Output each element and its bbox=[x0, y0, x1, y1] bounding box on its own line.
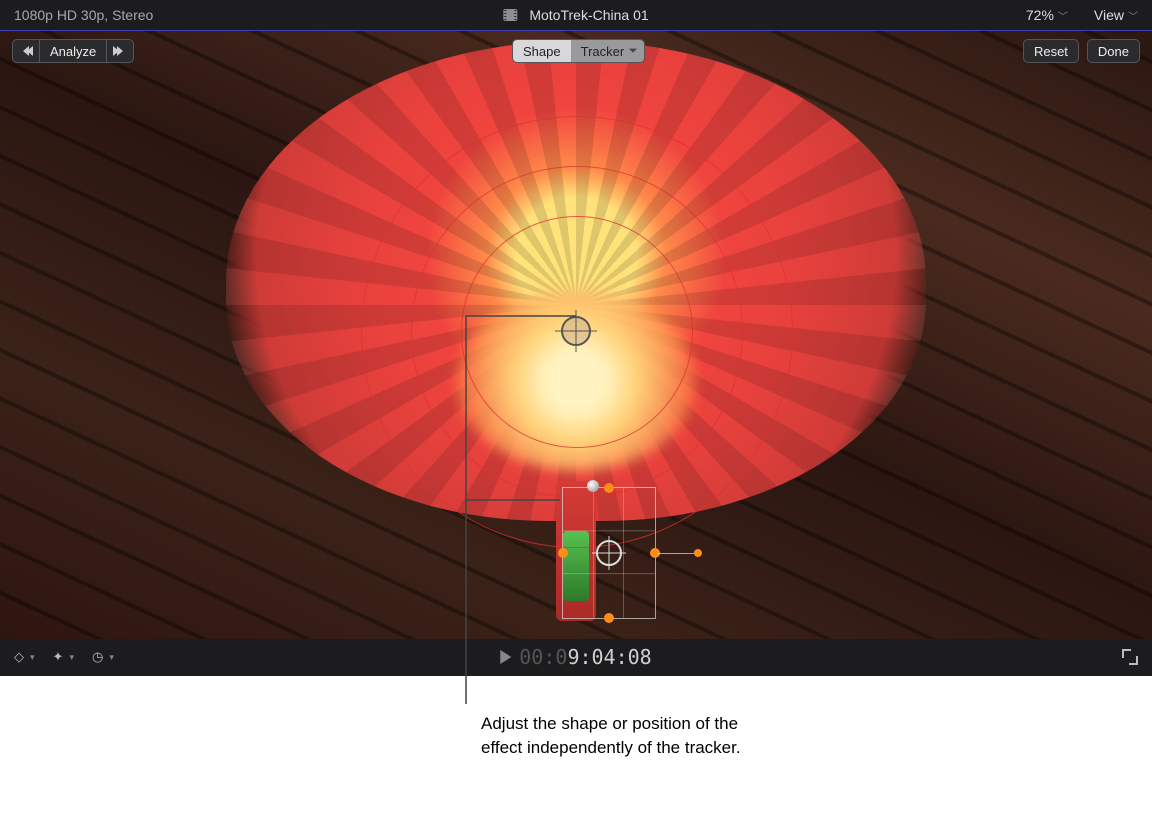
enhance-tool[interactable]: ✦▾ bbox=[53, 649, 74, 665]
caption-text: Adjust the shape or position of the effe… bbox=[481, 712, 771, 760]
tracker-handle-top[interactable] bbox=[604, 483, 614, 493]
analyze-forward-button[interactable] bbox=[106, 39, 134, 63]
tracker-region[interactable] bbox=[562, 487, 656, 619]
done-button[interactable]: Done bbox=[1087, 39, 1140, 63]
analyze-backward-button[interactable] bbox=[12, 39, 40, 63]
onscreen-mode-selector[interactable]: Shape Tracker bbox=[512, 39, 645, 63]
timecode-value: 9:04:08 bbox=[567, 645, 651, 669]
chevron-down-icon: ﹀ bbox=[1058, 12, 1068, 23]
fullscreen-icon[interactable] bbox=[1122, 649, 1138, 665]
tracker-rotation-handle[interactable] bbox=[587, 480, 599, 492]
film-icon bbox=[503, 9, 517, 21]
mode-shape[interactable]: Shape bbox=[513, 40, 571, 62]
format-info: 1080p HD 30p, Stereo bbox=[14, 7, 153, 23]
retime-tool[interactable]: ◷▾ bbox=[92, 649, 114, 665]
video-canvas[interactable]: Analyze Shape Tracker Reset Done bbox=[0, 31, 1152, 639]
viewer-toolbar: ◇▾ ✦▾ ◷▾ 00:09:04:08 bbox=[0, 639, 1152, 675]
tracker-extend-handle[interactable] bbox=[657, 553, 697, 554]
chevron-down-icon: ﹀ bbox=[1128, 12, 1138, 23]
shape-center-crosshair[interactable] bbox=[561, 316, 591, 346]
zoom-menu[interactable]: 72%﹀ bbox=[1026, 7, 1068, 23]
clip-title: MotoTrek-China 01 bbox=[529, 7, 648, 23]
mode-tracker-dropdown[interactable]: Tracker bbox=[571, 40, 645, 62]
play-icon[interactable] bbox=[500, 650, 511, 664]
analyze-controls: Analyze bbox=[12, 39, 134, 63]
rewind-icon bbox=[23, 46, 29, 56]
reset-button[interactable]: Reset bbox=[1023, 39, 1079, 63]
viewer-window: 1080p HD 30p, Stereo MotoTrek-China 01 7… bbox=[0, 0, 1152, 676]
timecode-dim: 00:0 bbox=[519, 645, 567, 669]
analyze-button[interactable]: Analyze bbox=[40, 39, 106, 63]
tracker-handle-left[interactable] bbox=[558, 548, 568, 558]
forward-icon bbox=[117, 46, 123, 56]
viewer-header: 1080p HD 30p, Stereo MotoTrek-China 01 7… bbox=[0, 0, 1152, 31]
timecode-display[interactable]: 00:09:04:08 bbox=[500, 645, 651, 669]
transform-tool[interactable]: ◇▾ bbox=[14, 649, 35, 665]
view-menu[interactable]: View﹀ bbox=[1094, 7, 1138, 23]
tracker-center-crosshair[interactable] bbox=[596, 540, 622, 566]
tracker-handle-bottom[interactable] bbox=[604, 613, 614, 623]
